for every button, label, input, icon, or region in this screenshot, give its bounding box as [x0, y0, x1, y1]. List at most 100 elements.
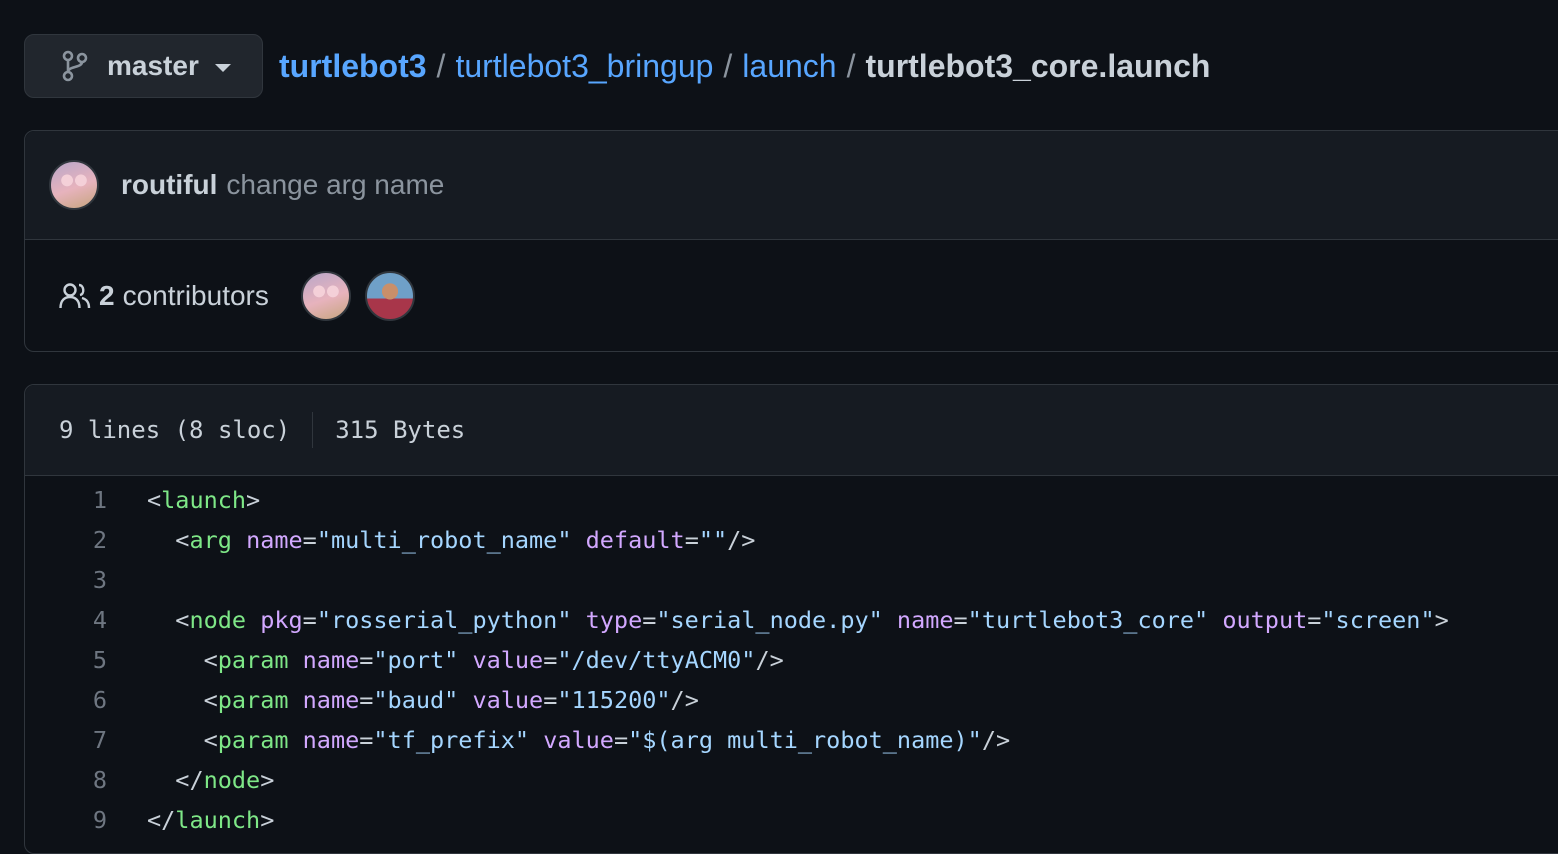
code-token: "multi_robot_name" [316, 526, 572, 554]
code-token: value [543, 726, 614, 754]
code-token: name [302, 646, 360, 674]
contributors-row: 2 contributors [25, 240, 1558, 351]
code-token: arg [189, 526, 232, 554]
code-line: 5 <param name="port" value="/dev/ttyACM0… [25, 640, 1558, 680]
chevron-down-icon [214, 64, 231, 72]
line-number[interactable]: 8 [25, 766, 107, 794]
code-token: "" [698, 526, 728, 554]
line-source: </launch> [147, 806, 274, 834]
breadcrumb-dir-bringup-link[interactable]: turtlebot3_bringup [455, 48, 713, 85]
breadcrumb-current-file: turtlebot3_core.launch [865, 47, 1211, 84]
code-line: 7 <param name="tf_prefix" value="$(arg m… [25, 720, 1558, 760]
branch-name: master [107, 50, 199, 81]
code-token: < [147, 726, 218, 754]
code-token: name [302, 726, 360, 754]
code-token: > [246, 486, 261, 514]
code-line: 3 [25, 560, 1558, 600]
commit-author-link[interactable]: routiful [121, 169, 217, 201]
code-token: "tf_prefix" [373, 726, 530, 754]
code-token: "$(arg multi_robot_name)" [628, 726, 982, 754]
code-token: < [147, 686, 218, 714]
line-source: </node> [147, 766, 274, 794]
git-branch-icon [61, 50, 89, 82]
code-line: 1 <launch> [25, 480, 1558, 520]
code-token: param [217, 726, 289, 754]
branch-selector-button[interactable]: master [24, 34, 263, 98]
code-view: 1 <launch> 2 <arg name="multi_robot_name" … [25, 476, 1558, 840]
line-number[interactable]: 9 [25, 806, 107, 834]
breadcrumb-repo-link[interactable]: turtlebot3 [279, 48, 427, 85]
code-token: "/dev/ttyACM0" [557, 646, 756, 674]
header-divider [312, 412, 314, 448]
code-token: node [203, 766, 261, 794]
breadcrumb-separator: / [723, 47, 733, 84]
code-token: = [953, 606, 968, 634]
code-line: 8 </node> [25, 760, 1558, 800]
code-line: 9 </launch> [25, 800, 1558, 840]
code-token: launch [175, 806, 261, 834]
code-token: /> [981, 726, 1011, 754]
code-token: output [1222, 606, 1308, 634]
code-token: node [189, 606, 247, 634]
latest-commit-row: routiful change arg name [25, 131, 1558, 240]
file-viewer: 9 lines (8 sloc) 315 Bytes 1 <launch> 2 <a… [24, 384, 1558, 854]
code-token: value [472, 646, 544, 674]
code-token: pkg [260, 606, 303, 634]
code-token: name [302, 686, 360, 714]
code-token: "115200" [557, 686, 671, 714]
people-icon [59, 282, 91, 310]
code-token: > [1434, 606, 1449, 634]
code-token: "turtlebot3_core" [967, 606, 1209, 634]
author-avatar[interactable] [49, 160, 99, 210]
commit-info-box: routiful change arg name 2 contributors [24, 130, 1558, 352]
contributor-avatar[interactable] [364, 270, 415, 321]
file-line-count: 9 lines (8 sloc) [59, 416, 291, 444]
code-token: param [217, 686, 289, 714]
line-source: <node pkg="rosserial_python" type="seria… [147, 606, 1449, 634]
code-token: type [585, 606, 643, 634]
code-token: = [359, 726, 374, 754]
code-token: </ [147, 806, 176, 834]
line-number[interactable]: 7 [25, 726, 107, 754]
code-token: > [260, 806, 275, 834]
line-number[interactable]: 3 [25, 566, 107, 594]
code-token: = [359, 686, 374, 714]
code-token: < [147, 486, 162, 514]
line-number[interactable]: 5 [25, 646, 107, 674]
line-number[interactable]: 4 [25, 606, 107, 634]
code-token: "port" [373, 646, 459, 674]
line-number[interactable]: 1 [25, 486, 107, 514]
contributors-label[interactable]: contributors [123, 280, 269, 312]
code-token: "screen" [1321, 606, 1435, 634]
code-line: 4 <node pkg="rosserial_python" type="ser… [25, 600, 1558, 640]
code-token: param [217, 646, 289, 674]
contributor-avatars [300, 270, 415, 321]
commit-message-link[interactable]: change arg name [226, 169, 444, 201]
code-token: /> [670, 686, 699, 714]
code-token: name [896, 606, 954, 634]
line-number[interactable]: 6 [25, 686, 107, 714]
code-token: = [642, 606, 657, 634]
code-token: name [246, 526, 303, 554]
contributor-avatar[interactable] [300, 270, 351, 321]
code-token: < [147, 526, 190, 554]
breadcrumb-dir-launch-link[interactable]: launch [742, 48, 836, 85]
code-token: launch [161, 486, 247, 514]
code-token: > [260, 766, 275, 794]
line-source: <param name="baud" value="115200"/> [147, 686, 699, 714]
code-token: = [613, 726, 629, 754]
code-token: = [1307, 606, 1322, 634]
breadcrumb-separator: / [846, 47, 856, 84]
contributors-count[interactable]: 2 [99, 280, 115, 312]
code-token: default [585, 526, 685, 554]
line-source: <param name="port" value="/dev/ttyACM0"/… [147, 646, 784, 674]
file-size: 315 Bytes [335, 416, 466, 444]
breadcrumb: turtlebot3 / turtlebot3_bringup / launch… [279, 48, 1210, 85]
line-number[interactable]: 2 [25, 526, 107, 554]
